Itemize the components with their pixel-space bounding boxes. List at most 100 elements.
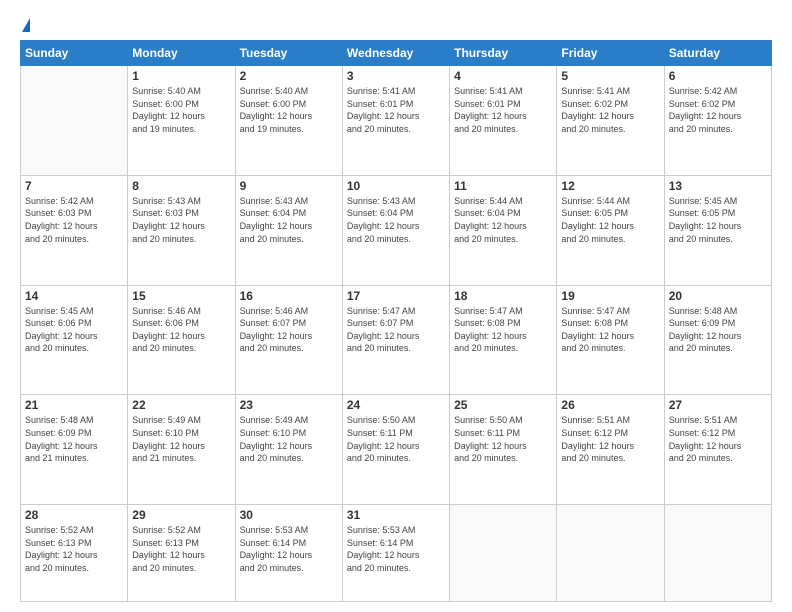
- calendar-cell: 1 Sunrise: 5:40 AMSunset: 6:00 PMDaylight…: [128, 66, 235, 176]
- day-number: 26: [561, 398, 659, 412]
- day-info: Sunrise: 5:43 AMSunset: 6:04 PMDaylight:…: [240, 195, 338, 245]
- day-info: Sunrise: 5:47 AMSunset: 6:08 PMDaylight:…: [454, 305, 552, 355]
- day-info: Sunrise: 5:40 AMSunset: 6:00 PMDaylight:…: [240, 85, 338, 135]
- calendar-cell: 17 Sunrise: 5:47 AMSunset: 6:07 PMDayligh…: [342, 285, 449, 395]
- calendar-week-row: 7Sunrise: 5:42 AMSunset: 6:03 PMDaylight…: [21, 175, 772, 285]
- calendar-cell: 12 Sunrise: 5:44 AMSunset: 6:05 PMDayligh…: [557, 175, 664, 285]
- calendar-cell: 13 Sunrise: 5:45 AMSunset: 6:05 PMDayligh…: [664, 175, 771, 285]
- day-number: 29: [132, 508, 230, 522]
- day-info: Sunrise: 5:45 AMSunset: 6:06 PMDaylight:…: [25, 305, 123, 355]
- day-info: Sunrise: 5:48 AMSunset: 6:09 PMDaylight:…: [25, 414, 123, 464]
- calendar-cell: 14Sunrise: 5:45 AMSunset: 6:06 PMDayligh…: [21, 285, 128, 395]
- day-number: 30: [240, 508, 338, 522]
- day-info: Sunrise: 5:47 AMSunset: 6:07 PMDaylight:…: [347, 305, 445, 355]
- calendar-cell: 2Sunrise: 5:40 AMSunset: 6:00 PMDaylight…: [235, 66, 342, 176]
- day-info: Sunrise: 5:53 AMSunset: 6:14 PMDaylight:…: [240, 524, 338, 574]
- day-number: 22: [132, 398, 230, 412]
- day-of-week-header: Wednesday: [342, 41, 449, 66]
- day-info: Sunrise: 5:40 AMSunset: 6:00 PMDaylight:…: [132, 85, 230, 135]
- day-info: Sunrise: 5:43 AMSunset: 6:03 PMDaylight:…: [132, 195, 230, 245]
- calendar-week-row: 14Sunrise: 5:45 AMSunset: 6:06 PMDayligh…: [21, 285, 772, 395]
- day-number: 3: [347, 69, 445, 83]
- day-number: 8: [132, 179, 230, 193]
- day-info: Sunrise: 5:44 AMSunset: 6:05 PMDaylight:…: [561, 195, 659, 245]
- day-number: 31: [347, 508, 445, 522]
- logo-icon: [22, 18, 30, 32]
- calendar-cell: 8 Sunrise: 5:43 AMSunset: 6:03 PMDaylight…: [128, 175, 235, 285]
- calendar-week-row: 28 Sunrise: 5:52 AMSunset: 6:13 PMDayligh…: [21, 505, 772, 602]
- calendar-week-row: 1 Sunrise: 5:40 AMSunset: 6:00 PMDaylight…: [21, 66, 772, 176]
- calendar-cell: 26 Sunrise: 5:51 AMSunset: 6:12 PMDayligh…: [557, 395, 664, 505]
- calendar-cell: 19 Sunrise: 5:47 AMSunset: 6:08 PMDayligh…: [557, 285, 664, 395]
- day-info: Sunrise: 5:46 AMSunset: 6:06 PMDaylight:…: [132, 305, 230, 355]
- calendar-cell: 9 Sunrise: 5:43 AMSunset: 6:04 PMDaylight…: [235, 175, 342, 285]
- day-number: 18: [454, 289, 552, 303]
- day-number: 28: [25, 508, 123, 522]
- calendar-cell: 27 Sunrise: 5:51 AMSunset: 6:12 PMDayligh…: [664, 395, 771, 505]
- day-number: 10: [347, 179, 445, 193]
- day-info: Sunrise: 5:41 AMSunset: 6:01 PMDaylight:…: [454, 85, 552, 135]
- header: [20, 18, 772, 30]
- day-number: 23: [240, 398, 338, 412]
- day-info: Sunrise: 5:51 AMSunset: 6:12 PMDaylight:…: [669, 414, 767, 464]
- day-info: Sunrise: 5:46 AMSunset: 6:07 PMDaylight:…: [240, 305, 338, 355]
- day-number: 21: [25, 398, 123, 412]
- day-info: Sunrise: 5:41 AMSunset: 6:01 PMDaylight:…: [347, 85, 445, 135]
- day-number: 25: [454, 398, 552, 412]
- day-number: 11: [454, 179, 552, 193]
- day-number: 7: [25, 179, 123, 193]
- calendar-cell: 18 Sunrise: 5:47 AMSunset: 6:08 PMDayligh…: [450, 285, 557, 395]
- day-number: 24: [347, 398, 445, 412]
- day-number: 15: [132, 289, 230, 303]
- calendar-cell: 22 Sunrise: 5:49 AMSunset: 6:10 PMDayligh…: [128, 395, 235, 505]
- day-number: 13: [669, 179, 767, 193]
- day-number: 20: [669, 289, 767, 303]
- calendar-cell: 7Sunrise: 5:42 AMSunset: 6:03 PMDaylight…: [21, 175, 128, 285]
- day-info: Sunrise: 5:43 AMSunset: 6:04 PMDaylight:…: [347, 195, 445, 245]
- calendar-cell: [557, 505, 664, 602]
- logo: [20, 18, 30, 30]
- page: SundayMondayTuesdayWednesdayThursdayFrid…: [0, 0, 792, 612]
- day-number: 16: [240, 289, 338, 303]
- day-number: 19: [561, 289, 659, 303]
- calendar-cell: [450, 505, 557, 602]
- day-info: Sunrise: 5:49 AMSunset: 6:10 PMDaylight:…: [240, 414, 338, 464]
- day-info: Sunrise: 5:52 AMSunset: 6:13 PMDaylight:…: [132, 524, 230, 574]
- day-number: 27: [669, 398, 767, 412]
- day-of-week-header: Sunday: [21, 41, 128, 66]
- day-of-week-header: Tuesday: [235, 41, 342, 66]
- calendar-cell: 30 Sunrise: 5:53 AMSunset: 6:14 PMDayligh…: [235, 505, 342, 602]
- calendar-cell: 23 Sunrise: 5:49 AMSunset: 6:10 PMDayligh…: [235, 395, 342, 505]
- calendar-cell: 31 Sunrise: 5:53 AMSunset: 6:14 PMDayligh…: [342, 505, 449, 602]
- day-number: 6: [669, 69, 767, 83]
- calendar-header-row: SundayMondayTuesdayWednesdayThursdayFrid…: [21, 41, 772, 66]
- calendar-cell: 15 Sunrise: 5:46 AMSunset: 6:06 PMDayligh…: [128, 285, 235, 395]
- day-of-week-header: Friday: [557, 41, 664, 66]
- day-number: 12: [561, 179, 659, 193]
- day-info: Sunrise: 5:50 AMSunset: 6:11 PMDaylight:…: [454, 414, 552, 464]
- calendar-cell: 16 Sunrise: 5:46 AMSunset: 6:07 PMDayligh…: [235, 285, 342, 395]
- calendar-cell: 4 Sunrise: 5:41 AMSunset: 6:01 PMDaylight…: [450, 66, 557, 176]
- day-number: 4: [454, 69, 552, 83]
- calendar-cell: 28 Sunrise: 5:52 AMSunset: 6:13 PMDayligh…: [21, 505, 128, 602]
- calendar-cell: 6 Sunrise: 5:42 AMSunset: 6:02 PMDaylight…: [664, 66, 771, 176]
- day-number: 9: [240, 179, 338, 193]
- day-info: Sunrise: 5:48 AMSunset: 6:09 PMDaylight:…: [669, 305, 767, 355]
- day-info: Sunrise: 5:42 AMSunset: 6:02 PMDaylight:…: [669, 85, 767, 135]
- day-info: Sunrise: 5:51 AMSunset: 6:12 PMDaylight:…: [561, 414, 659, 464]
- day-of-week-header: Monday: [128, 41, 235, 66]
- day-info: Sunrise: 5:53 AMSunset: 6:14 PMDaylight:…: [347, 524, 445, 574]
- day-number: 1: [132, 69, 230, 83]
- day-info: Sunrise: 5:45 AMSunset: 6:05 PMDaylight:…: [669, 195, 767, 245]
- calendar-cell: [664, 505, 771, 602]
- calendar-cell: 11Sunrise: 5:44 AMSunset: 6:04 PMDayligh…: [450, 175, 557, 285]
- calendar-cell: 3 Sunrise: 5:41 AMSunset: 6:01 PMDaylight…: [342, 66, 449, 176]
- calendar-cell: [21, 66, 128, 176]
- day-info: Sunrise: 5:52 AMSunset: 6:13 PMDaylight:…: [25, 524, 123, 574]
- day-of-week-header: Saturday: [664, 41, 771, 66]
- day-info: Sunrise: 5:49 AMSunset: 6:10 PMDaylight:…: [132, 414, 230, 464]
- day-number: 17: [347, 289, 445, 303]
- day-info: Sunrise: 5:41 AMSunset: 6:02 PMDaylight:…: [561, 85, 659, 135]
- day-info: Sunrise: 5:47 AMSunset: 6:08 PMDaylight:…: [561, 305, 659, 355]
- day-number: 5: [561, 69, 659, 83]
